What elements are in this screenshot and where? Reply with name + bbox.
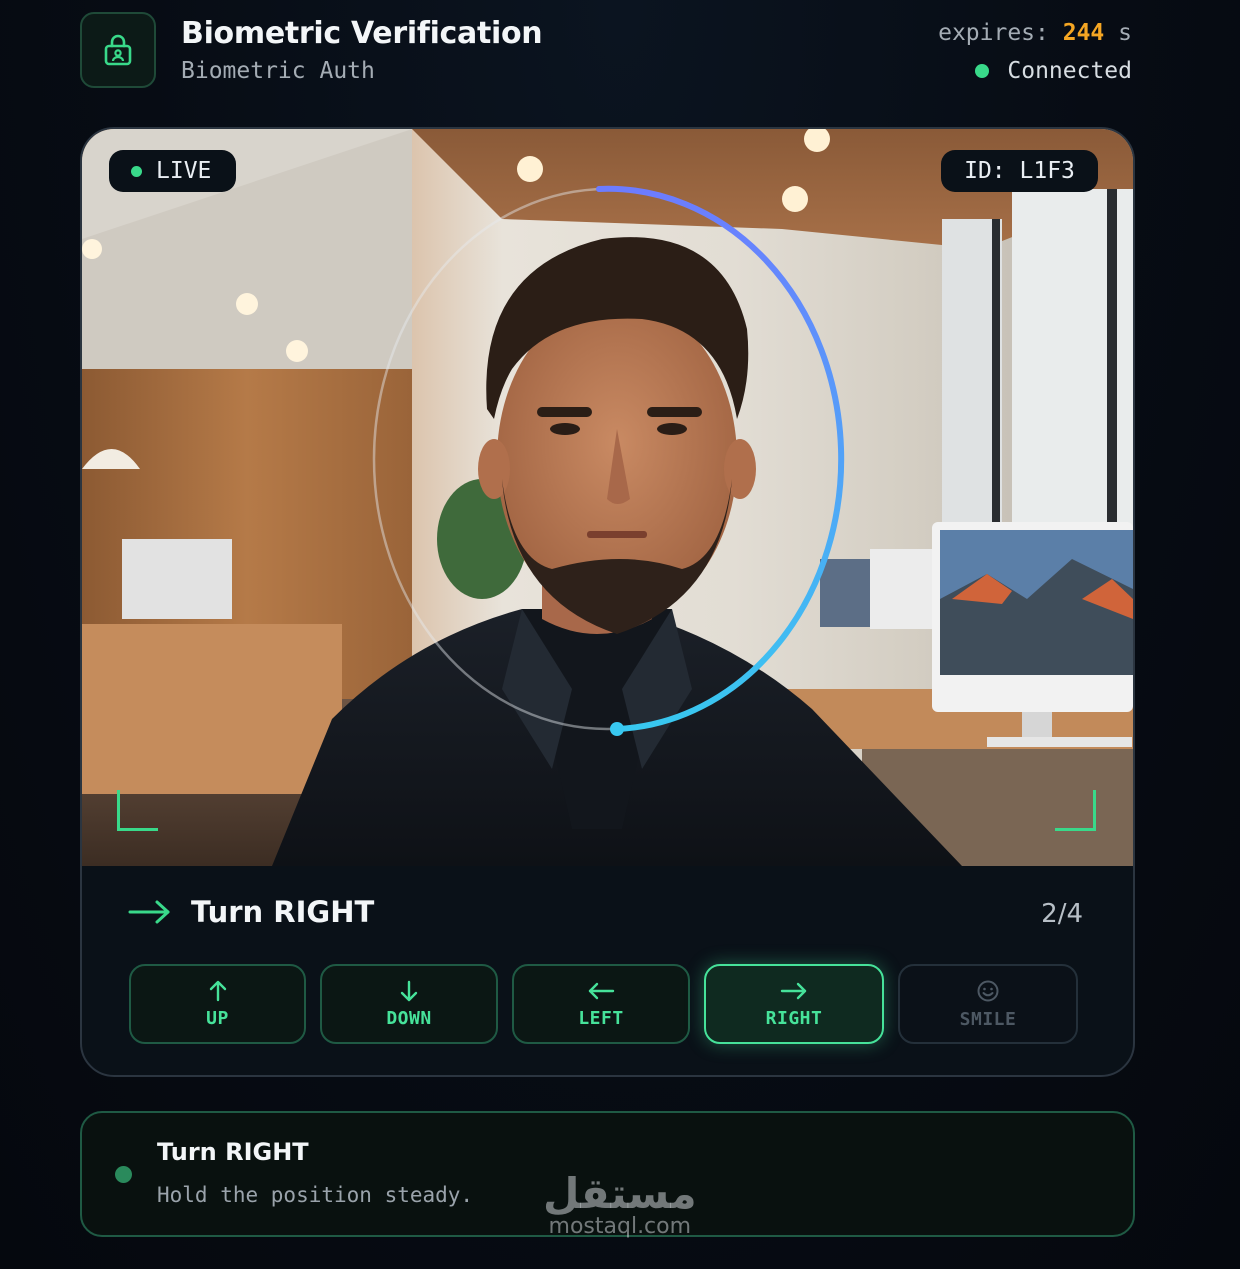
watermark: مستقل mostaql.com: [543, 1172, 697, 1238]
action-up-button[interactable]: UP: [129, 964, 306, 1044]
status-message: Hold the position steady.: [157, 1183, 474, 1207]
live-badge: LIVE: [109, 150, 236, 192]
action-down-label: DOWN: [386, 1007, 432, 1029]
page-title: Biometric Verification: [181, 16, 543, 51]
live-dot-icon: [131, 165, 142, 177]
instruction-text: Turn RIGHT: [191, 895, 375, 929]
verification-card: LIVE ID: L1F3 Turn RIGHT 2/4 UP DOWN LEF…: [80, 127, 1135, 1077]
watermark-latin: mostaql.com: [548, 1214, 692, 1239]
expires-unit: s: [1118, 20, 1132, 46]
connection-indicator: Connected: [975, 58, 1132, 84]
lock-person-icon: [104, 34, 132, 66]
action-smile-label: SMILE: [959, 1008, 1017, 1030]
frame-corner-bottom-left: [117, 790, 158, 831]
camera-feed: LIVE ID: L1F3: [82, 129, 1133, 866]
action-left-label: LEFT: [578, 1007, 624, 1029]
expires-countdown: 244: [1062, 20, 1105, 46]
status-dot-icon: [975, 64, 990, 78]
live-label: LIVE: [156, 158, 212, 184]
status-title: Turn RIGHT: [157, 1138, 309, 1166]
arrow-right-icon: [128, 900, 170, 924]
page-subtitle: Biometric Auth: [181, 58, 375, 84]
arrow-down-icon: [400, 980, 418, 1001]
arrow-left-icon: [588, 982, 615, 999]
connection-status: Connected: [1007, 58, 1132, 84]
camera-image: [82, 129, 1133, 866]
step-counter: 2/4: [1041, 899, 1083, 929]
action-up-label: UP: [206, 1007, 229, 1029]
action-smile-button[interactable]: SMILE: [898, 964, 1078, 1044]
session-expiry: expires: 244 s: [938, 20, 1132, 46]
action-right-button[interactable]: RIGHT: [704, 964, 884, 1044]
arrow-up-icon: [209, 980, 226, 1001]
expires-label: expires:: [938, 20, 1049, 46]
action-left-button[interactable]: LEFT: [512, 964, 690, 1044]
scan-ring-handle: [610, 722, 624, 736]
arrow-right-icon: [780, 982, 807, 999]
watermark-arabic: مستقل: [543, 1169, 697, 1218]
session-id-badge: ID: L1F3: [941, 150, 1098, 192]
status-dot-icon: [115, 1166, 132, 1183]
app-logo: [80, 12, 156, 88]
smile-icon: [977, 980, 999, 1001]
action-right-label: RIGHT: [765, 1007, 823, 1029]
frame-corner-bottom-right: [1055, 790, 1096, 831]
action-down-button[interactable]: DOWN: [320, 964, 498, 1044]
